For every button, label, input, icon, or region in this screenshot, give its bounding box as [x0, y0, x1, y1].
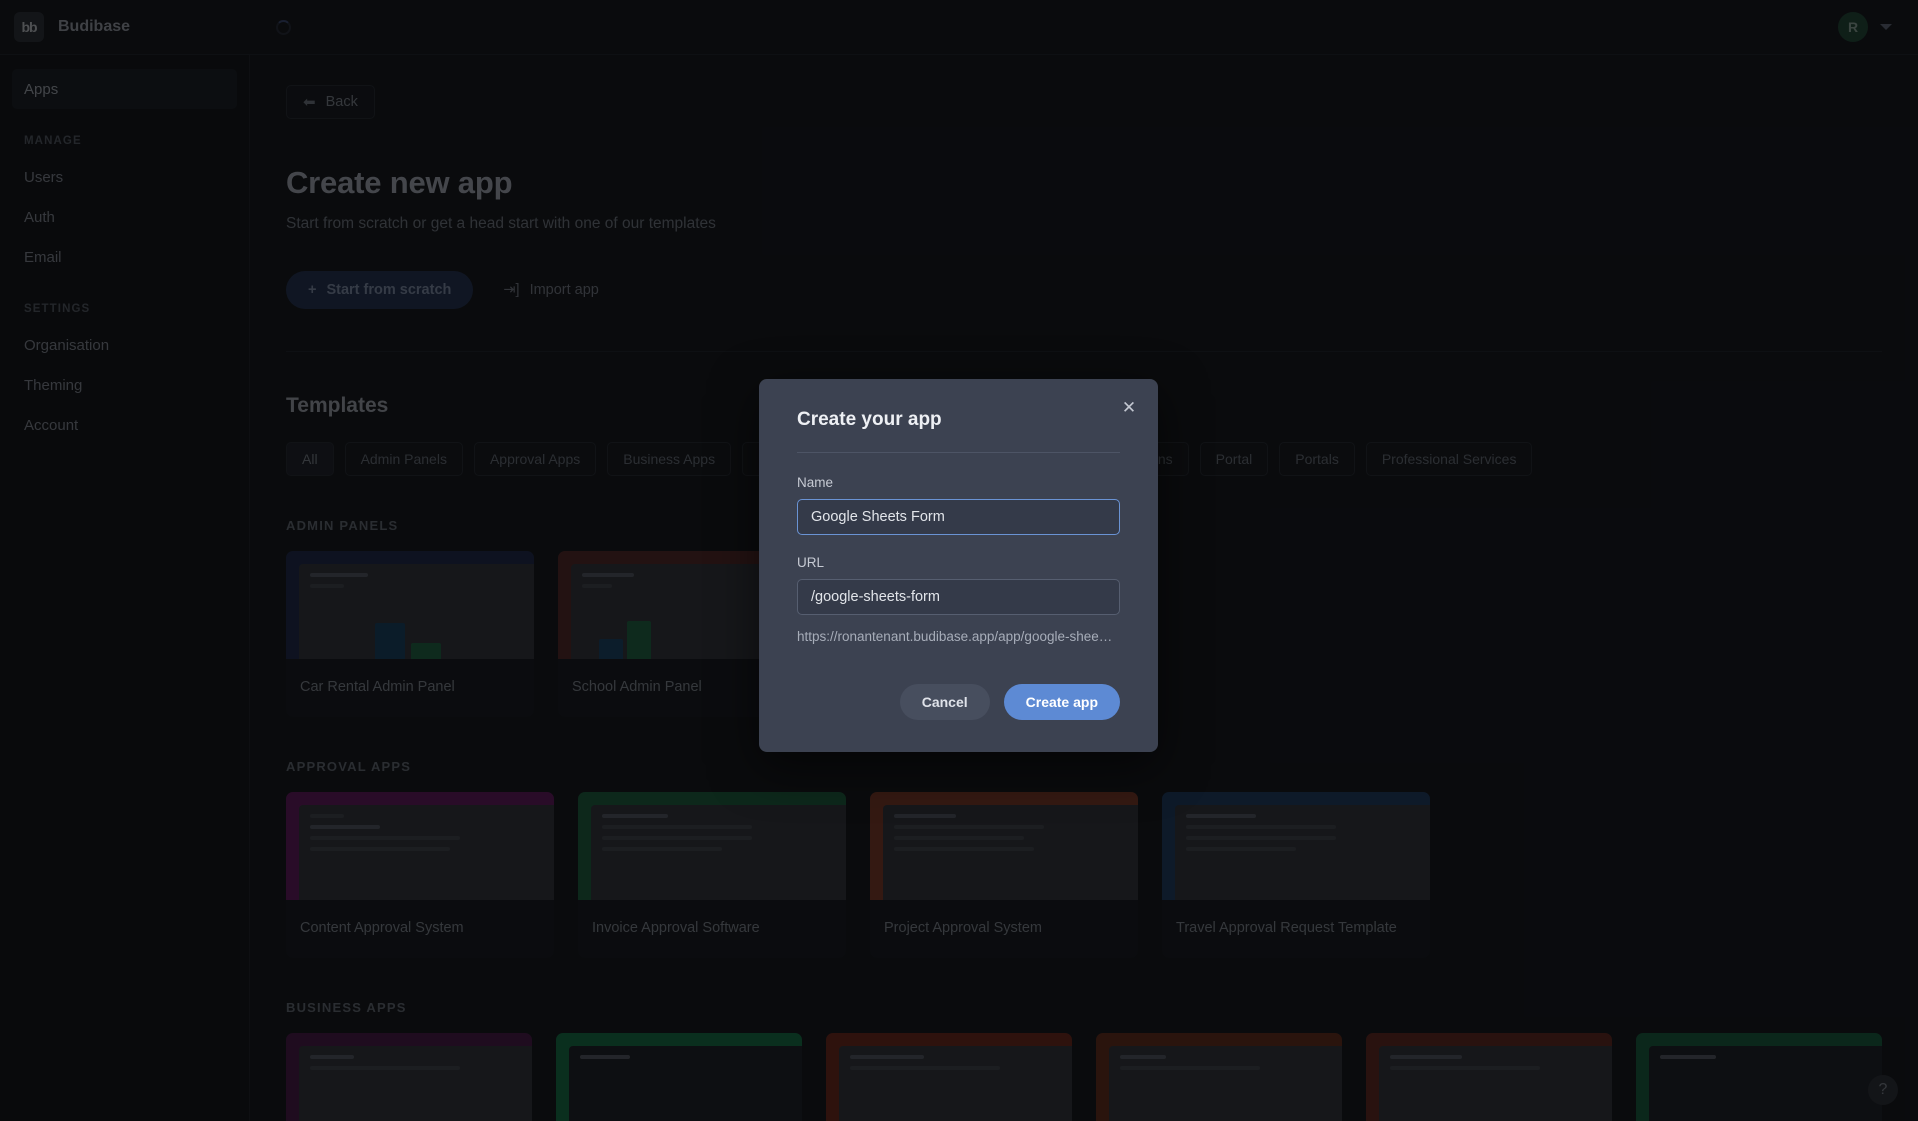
page-root: bb Budibase R Apps MANAGE Users Auth Ema…	[0, 0, 1918, 1121]
modal-actions: Cancel Create app	[797, 684, 1120, 720]
app-url-input[interactable]	[797, 579, 1120, 615]
close-icon[interactable]: ✕	[1118, 397, 1140, 419]
modal-divider	[797, 452, 1120, 453]
cancel-button[interactable]: Cancel	[899, 684, 990, 720]
url-field-label: URL	[797, 555, 825, 570]
app-url-preview: https://ronantenant.budibase.app/app/goo…	[797, 629, 1113, 644]
create-app-modal: ✕ Create your app Name URL https://ronan…	[759, 379, 1158, 752]
modal-title: Create your app	[797, 409, 942, 430]
app-name-input[interactable]	[797, 499, 1120, 535]
create-app-button[interactable]: Create app	[1003, 684, 1120, 720]
name-field-label: Name	[797, 475, 834, 490]
